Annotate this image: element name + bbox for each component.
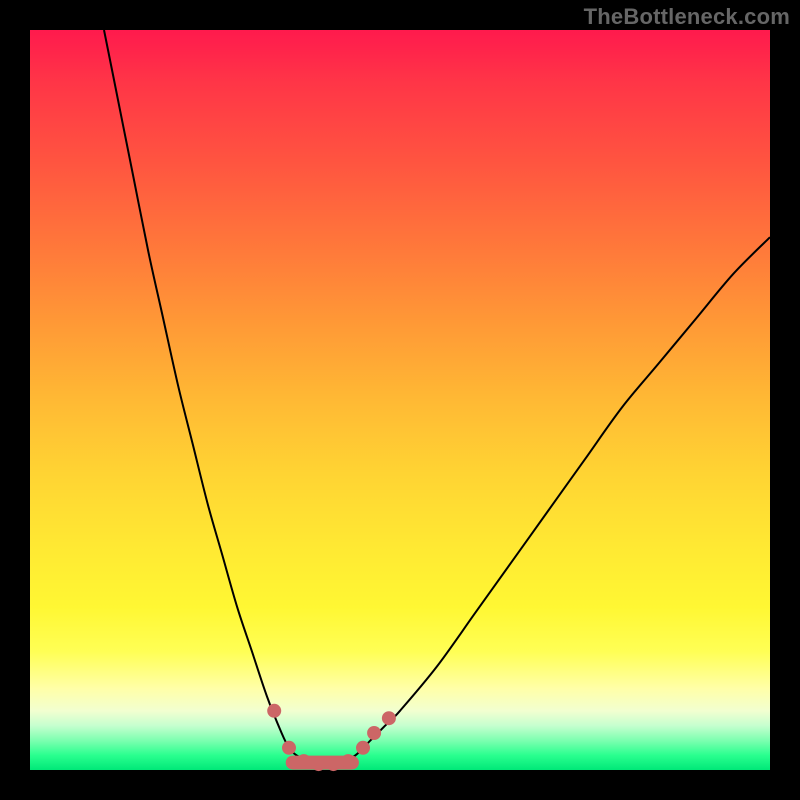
bottleneck-curve [30,30,770,770]
chart-frame: TheBottleneck.com [0,0,800,800]
watermark-text: TheBottleneck.com [584,4,790,30]
valley-marker-dot [282,741,296,755]
bottleneck-curve-path [104,30,770,763]
valley-marker-dot [267,704,281,718]
valley-marker-dot [326,757,340,771]
chart-plot-area [30,30,770,770]
valley-marker-dot [382,711,396,725]
valley-marker-dot [312,757,326,771]
valley-marker-dot [356,741,370,755]
valley-marker-dot [367,726,381,740]
valley-marker-dot [341,754,355,768]
valley-marker-dot [297,754,311,768]
